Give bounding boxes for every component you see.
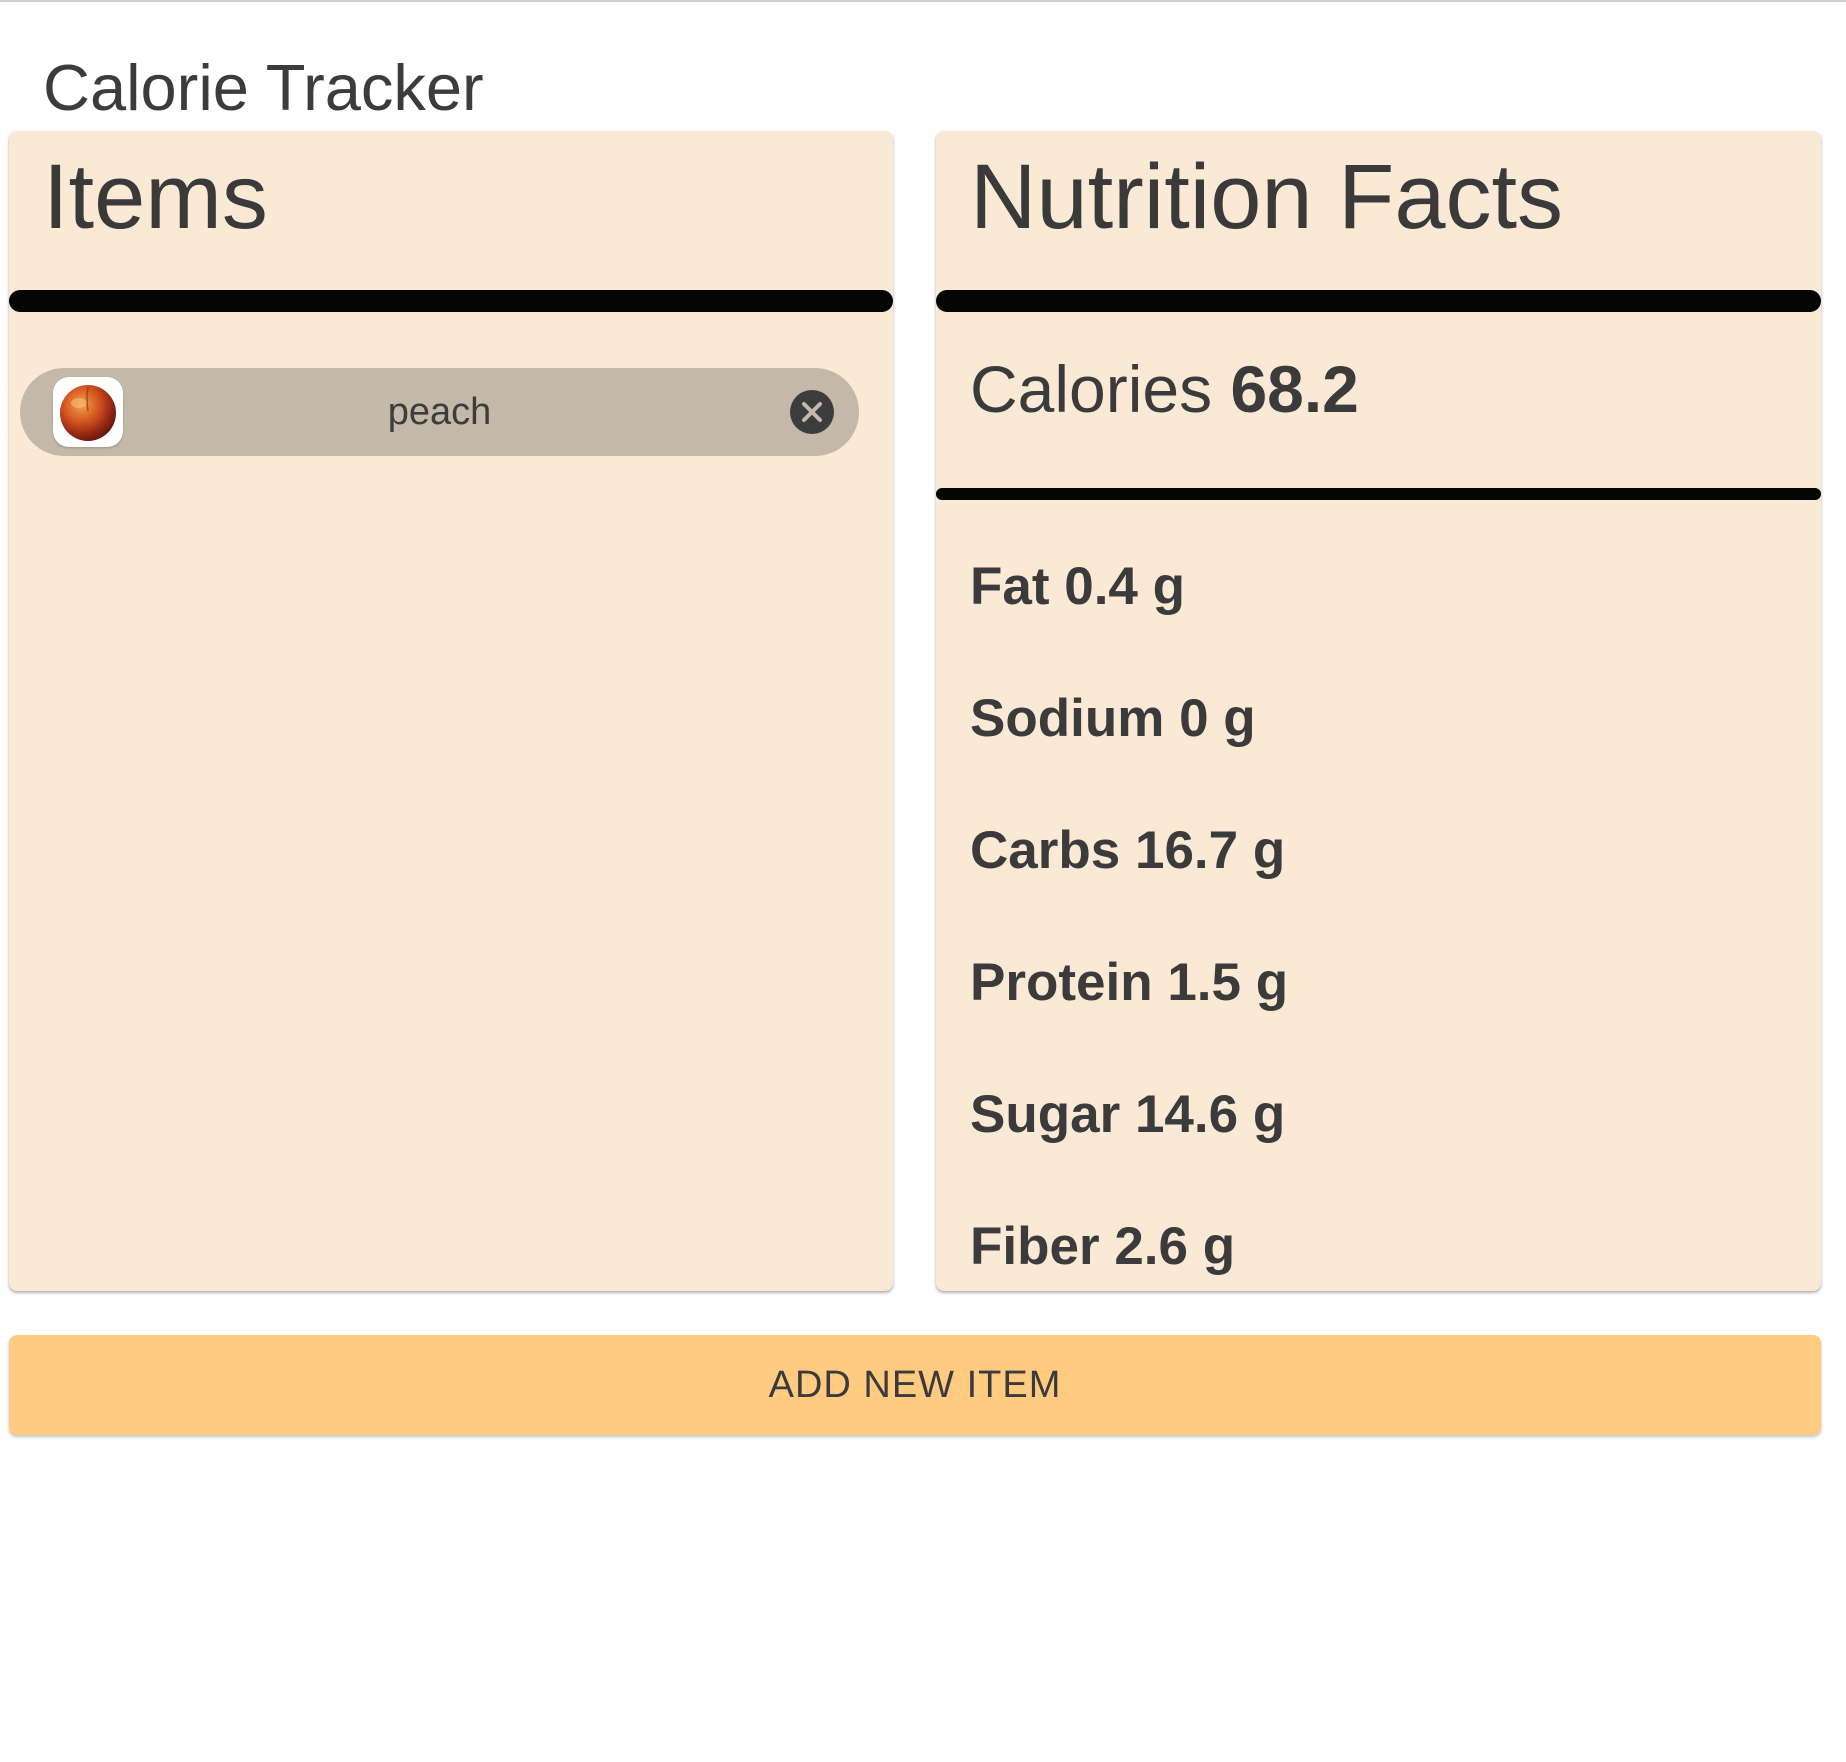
calories-value: 68.2: [1230, 352, 1359, 426]
calories-label: Calories: [970, 352, 1213, 426]
top-divider: [0, 0, 1846, 2]
nutrient-value: 1.5 g: [1167, 953, 1289, 1012]
items-heading: Items: [43, 146, 268, 248]
nutrient-value: 16.7 g: [1134, 821, 1286, 880]
nutrient-value: 0 g: [1179, 689, 1256, 748]
nutrient-value: 14.6 g: [1134, 1085, 1286, 1144]
nutrient-label: Fiber: [970, 1217, 1100, 1276]
nutrient-carbs: Carbs 16.7 g: [970, 819, 1285, 883]
item-chip-label: peach: [387, 391, 492, 433]
nutrient-value: 0.4 g: [1064, 557, 1186, 616]
nutrition-heading-rule: [936, 290, 1821, 312]
close-circle-icon[interactable]: [790, 390, 834, 434]
add-new-item-button[interactable]: ADD NEW ITEM: [9, 1335, 1821, 1435]
nutrient-label: Carbs: [970, 821, 1121, 880]
nutrition-facts-card: Nutrition Facts Calories 68.2 Fat 0.4 g …: [936, 131, 1821, 1291]
nutrient-label: Sugar: [970, 1085, 1121, 1144]
nutrient-fiber: Fiber 2.6 g: [970, 1215, 1235, 1279]
nutrient-label: Fat: [970, 557, 1050, 616]
items-heading-rule: [9, 290, 893, 312]
calories-rule: [936, 488, 1821, 500]
item-chip-peach[interactable]: peach: [20, 368, 859, 456]
items-card: Items peach: [9, 131, 893, 1291]
nutrient-sodium: Sodium 0 g: [970, 687, 1256, 751]
nutrient-protein: Protein 1.5 g: [970, 951, 1288, 1015]
nutrient-sugar: Sugar 14.6 g: [970, 1083, 1285, 1147]
nutrient-label: Sodium: [970, 689, 1165, 748]
nutrient-value: 2.6 g: [1114, 1217, 1236, 1276]
calories-row: Calories 68.2: [970, 349, 1359, 429]
nutrition-heading: Nutrition Facts: [970, 146, 1564, 248]
nutrient-fat: Fat 0.4 g: [970, 555, 1185, 619]
nutrient-label: Protein: [970, 953, 1153, 1012]
app-title: Calorie Tracker: [43, 51, 484, 124]
